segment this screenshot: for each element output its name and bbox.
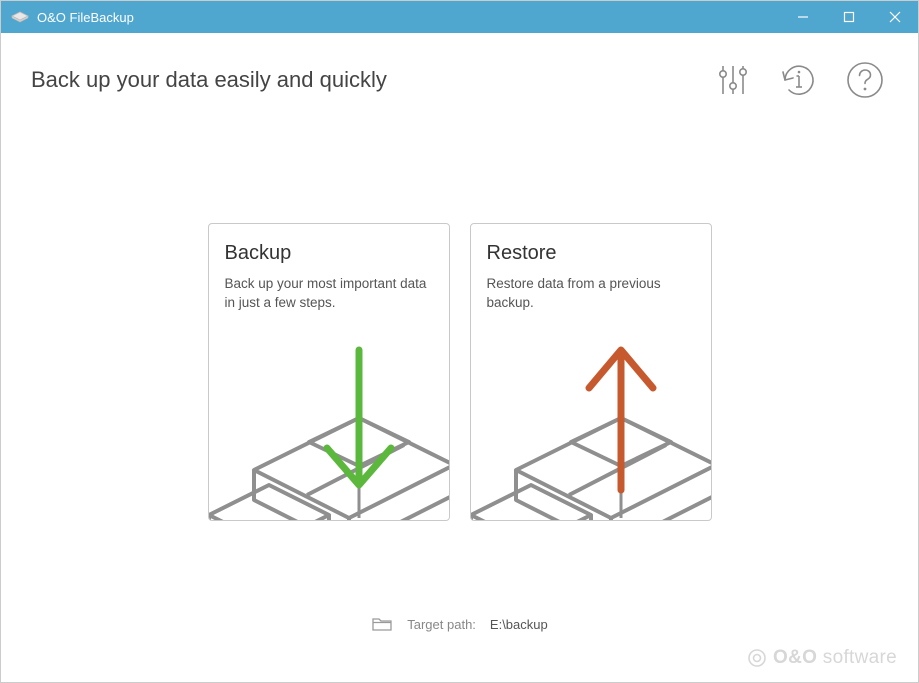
- titlebar: O&O FileBackup: [1, 1, 918, 33]
- backup-desc: Back up your most important data in just…: [225, 275, 433, 313]
- backup-title: Backup: [225, 242, 433, 265]
- restore-desc: Restore data from a previous backup.: [487, 275, 695, 313]
- window-controls: [780, 1, 918, 33]
- header-icons: [710, 57, 888, 103]
- brand-watermark: O&O software: [747, 647, 897, 669]
- target-path-value[interactable]: E:\backup: [490, 617, 548, 632]
- minimize-button[interactable]: [780, 1, 826, 33]
- restore-card[interactable]: Restore Restore data from a previous bac…: [470, 223, 712, 521]
- settings-icon[interactable]: [710, 57, 756, 103]
- target-path-row: Target path: E:\backup: [0, 615, 919, 633]
- folder-icon: [371, 615, 393, 633]
- backup-graphic: [209, 340, 449, 520]
- cards-container: Backup Back up your most important data …: [1, 223, 918, 521]
- brand-company: O&O: [773, 647, 817, 668]
- close-button[interactable]: [872, 1, 918, 33]
- backup-card[interactable]: Backup Back up your most important data …: [208, 223, 450, 521]
- target-path-label: Target path:: [407, 617, 476, 632]
- help-icon[interactable]: [842, 57, 888, 103]
- header: Back up your data easily and quickly: [1, 33, 918, 113]
- brand-logo-icon: [747, 648, 767, 668]
- brand-product: software: [823, 647, 897, 668]
- app-icon: [11, 10, 29, 24]
- maximize-button[interactable]: [826, 1, 872, 33]
- page-title: Back up your data easily and quickly: [31, 67, 387, 93]
- restore-title: Restore: [487, 242, 695, 265]
- update-info-icon[interactable]: [776, 57, 822, 103]
- restore-graphic: [471, 340, 711, 520]
- window-title: O&O FileBackup: [37, 10, 134, 25]
